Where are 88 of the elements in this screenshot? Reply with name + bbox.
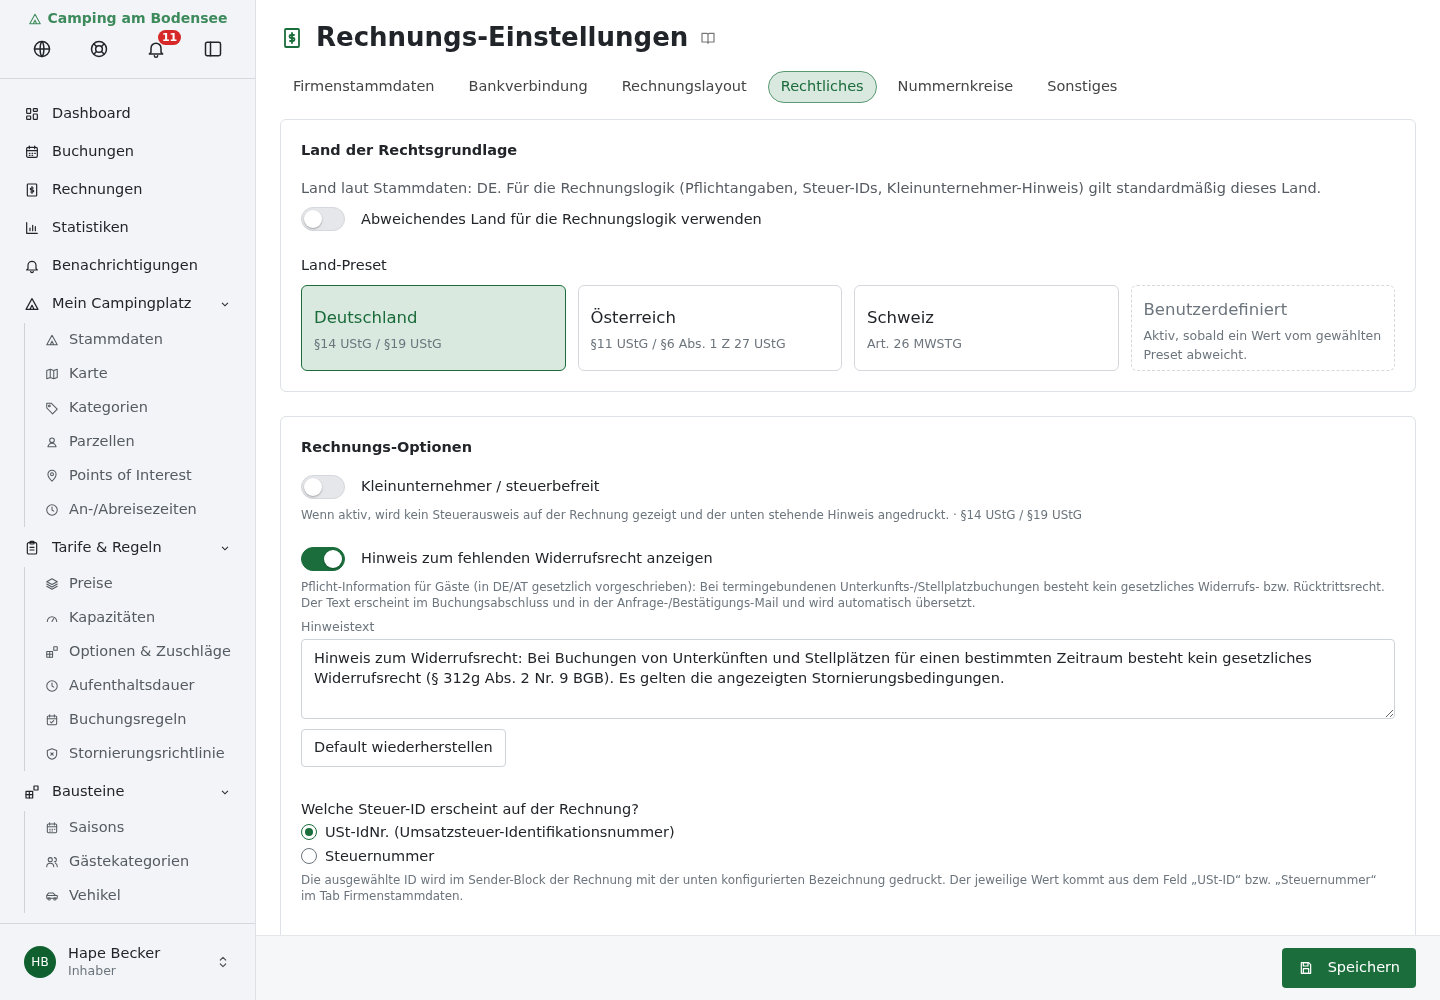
shield-icon xyxy=(45,747,59,761)
clock-icon xyxy=(45,503,59,517)
sidebar-subitem[interactable]: Parzellen xyxy=(45,425,135,459)
tag-icon xyxy=(45,401,59,415)
tent-icon xyxy=(27,11,42,26)
calendar-icon xyxy=(24,144,40,160)
bar-chart-icon xyxy=(24,220,40,236)
description: Land laut Stammdaten: DE. Für die Rechnungslogik (Pflichtangaben, Steuer-IDs, Kleinunternehmer-Hinweis) gilt standardmäßig dieses Land. xyxy=(301,178,1323,198)
radio-label: Steuernummer xyxy=(325,846,435,866)
field-label: Land-Preset xyxy=(301,256,388,276)
car-icon xyxy=(45,889,59,903)
sidebar-item[interactable]: Tarife & Regeln xyxy=(24,529,232,567)
tab[interactable]: Nummernkreise xyxy=(884,71,1027,103)
preset-option[interactable]: Österreich §11 UStG / §6 Abs. 1 Z 27 UStG xyxy=(577,285,842,372)
sidebar-subitem[interactable]: Buchungsregeln xyxy=(45,703,187,737)
preset-option[interactable]: Schweiz Art. 26 MWSTG xyxy=(854,285,1119,372)
tab[interactable]: Rechnungslayout xyxy=(608,71,760,103)
preset-option[interactable]: Deutschland §14 UStG / §19 UStG xyxy=(301,285,566,372)
sidebar-item[interactable]: Statistiken xyxy=(24,209,232,247)
sidebar-subitem[interactable]: An-/Abreisezeiten xyxy=(45,493,197,527)
help-button[interactable] xyxy=(89,39,110,59)
card-title: Land der Rechtsgrundlage xyxy=(301,140,519,160)
notification-count: 11 xyxy=(157,30,182,45)
field-label: Hinweistext xyxy=(301,618,376,635)
radio-button[interactable] xyxy=(301,824,317,841)
blocks-icon xyxy=(45,645,59,659)
layers-icon xyxy=(45,577,59,591)
save-button[interactable]: Speichern xyxy=(1281,948,1416,988)
sidebar-icon xyxy=(202,39,223,59)
sidebar-item[interactable]: Mein Campingplatz xyxy=(24,285,232,323)
location-pin-icon xyxy=(45,469,59,483)
sidebar-item[interactable]: Rechnungen xyxy=(24,171,232,209)
sidebar-subitem[interactable]: Points of Interest xyxy=(45,459,192,493)
sidebar-subitem[interactable]: Stornierungsrichtlinie xyxy=(45,737,225,771)
sidebar-toggle-button[interactable] xyxy=(202,39,223,59)
user-role: Inhaber xyxy=(68,962,117,979)
question-label: Welche Steuer-ID erscheint auf der Rechnung? xyxy=(301,799,640,819)
sidebar-item[interactable]: Buchungen xyxy=(24,133,232,171)
reset-button[interactable]: Default wiederherstellen xyxy=(301,728,506,767)
sidebar-subitem[interactable]: Gästekategorien xyxy=(45,845,190,879)
page-title: Rechnungs-Einstellungen xyxy=(316,22,689,54)
users-icon xyxy=(45,855,59,869)
bell-icon xyxy=(24,258,40,274)
sidebar-subitem[interactable]: Kategorien xyxy=(45,391,148,425)
sidebar-subitem[interactable]: Stammdaten xyxy=(45,323,163,357)
toggle-switch[interactable] xyxy=(301,546,345,571)
sidebar-subitem[interactable]: Vehikel xyxy=(45,879,121,913)
user-name: Hape Becker xyxy=(68,945,162,962)
calendar-icon xyxy=(45,821,59,835)
sidebar-subitem[interactable]: Preise xyxy=(45,567,113,601)
notifications-button[interactable]: 11 xyxy=(145,30,182,59)
sidebar-subitem[interactable]: Optionen & Zuschläge xyxy=(45,635,231,669)
map-icon xyxy=(45,367,59,381)
card-title: Rechnungs-Optionen xyxy=(301,438,473,458)
invoice-icon xyxy=(24,182,40,198)
radio-label: USt-IdNr. (Umsatzsteuer-Identifikationsnummer) xyxy=(325,822,675,842)
calendar-check-icon xyxy=(45,713,59,727)
sidebar-subitem[interactable]: Kapazitäten xyxy=(45,601,156,635)
brand-name: Camping am Bodensee xyxy=(47,9,228,28)
toggle-label: Kleinunternehmer / steuerbefreit xyxy=(361,477,600,497)
toggle-label: Hinweis zum fehlenden Widerrufsrecht anzeigen xyxy=(361,549,713,569)
notice-textarea[interactable]: Hinweis zum Widerrufsrecht: Bei Buchungen von Unterkünften und Stellplätzen für einen bestimmten Zeitraum besteht kein gesetzliches Widerrufsrecht (§ 312g Abs. 2 Nr. 9 BGB). Es gelten die angezeigten Stornierungsbedingungen. xyxy=(301,638,1395,719)
tab[interactable]: Bankverbindung xyxy=(455,71,601,103)
sidebar-subitem[interactable]: Karte xyxy=(45,357,108,391)
user-avatar: HB xyxy=(24,946,56,978)
language-button[interactable] xyxy=(32,39,53,59)
tab[interactable]: Sonstiges xyxy=(1034,71,1131,103)
toggle-label: Abweichendes Land für die Rechnungslogik verwenden xyxy=(361,209,762,229)
tent-icon xyxy=(45,333,59,347)
tab[interactable]: Firmenstammdaten xyxy=(280,71,448,103)
preset-option[interactable]: Benutzerdefiniert Aktiv, sobald ein Wert vom gewählten Preset abweicht. xyxy=(1130,285,1395,372)
hint-text: Die ausgewählte ID wird im Sender-Block der Rechnung mit der unten konfigurierten Bezeichnung gedruckt. Der jeweilige Wert kommt aus dem Feld „USt-ID“ bzw. „Steuernummer“ im Tab Firmenstammdaten. xyxy=(301,872,1378,905)
sidebar-item[interactable]: Bausteine xyxy=(24,773,232,811)
user-icon xyxy=(45,435,59,449)
sidebar-item[interactable]: Dashboard xyxy=(24,95,232,133)
clock-icon xyxy=(45,679,59,693)
tab[interactable]: Rechtliches xyxy=(767,71,877,103)
blocks-icon xyxy=(24,784,40,800)
lifebuoy-icon xyxy=(89,39,110,59)
hint-text: Pflicht-Information für Gäste (in DE/AT gesetzlich vorgeschrieben): Bei termingebundenen Unterkunfts-/Stellplatzbuchungen besteht kein gesetzliches Widerrufs- bzw. Rücktrittsrecht. Der Text erscheint im Buchungsabschluss und in der Anfrage-/Bestätigungs-Mail und wird automatisch übersetzt. xyxy=(301,578,1386,611)
tent-icon xyxy=(24,296,40,312)
hint-text: Wenn aktiv, wird kein Steuerausweis auf der Rechnung gezeigt und der unten stehende Hinweis angedruckt. · §14 UStG / §19 UStG xyxy=(301,506,1084,523)
sidebar-item[interactable]: Benachrichtigungen xyxy=(24,247,232,285)
clipboard-icon xyxy=(24,540,40,556)
sidebar-subitem[interactable]: Aufenthaltsdauer xyxy=(45,669,195,703)
globe-icon xyxy=(32,39,53,59)
sidebar-subitem[interactable]: Saisons xyxy=(45,811,125,845)
dashboard-icon xyxy=(24,106,40,122)
